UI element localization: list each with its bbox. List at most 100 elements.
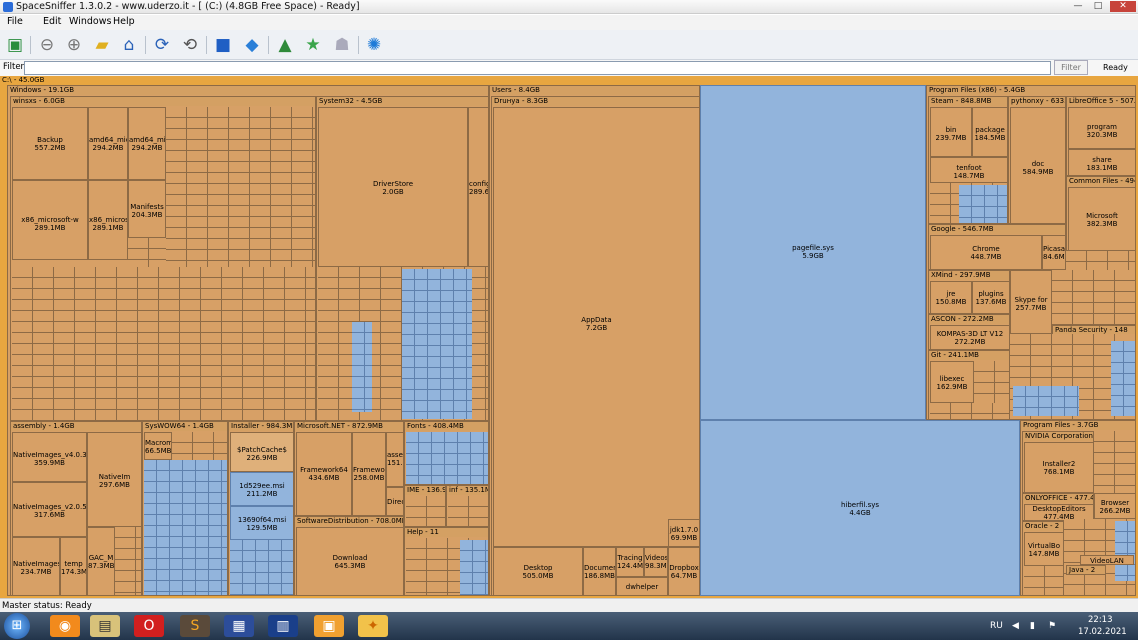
small-folders-grid[interactable] — [1052, 270, 1135, 325]
folder-jre[interactable]: jre 150.8MB — [930, 281, 972, 313]
folder-kompas[interactable]: KOMPAS-3D LT V12 272.2MB — [930, 325, 1009, 349]
home-icon[interactable]: ⌂ — [117, 33, 141, 57]
small-folders-grid[interactable] — [1024, 566, 1063, 595]
folder-ime[interactable]: IME - 136.9M — [404, 485, 446, 527]
folder-dwhelper[interactable]: dwhelper — [616, 577, 668, 595]
small-files-grid[interactable] — [1115, 521, 1135, 581]
folder-framework64[interactable]: Framework64 434.6MB — [296, 432, 352, 515]
file-1d529ee-msi[interactable]: 1d529ee.msi 211.2MB — [230, 472, 293, 506]
folder-videos[interactable]: Videos 98.3MB — [644, 547, 668, 577]
folder-program[interactable]: program 320.3MB — [1068, 107, 1135, 149]
refresh-icon[interactable]: ⟳ — [150, 33, 174, 57]
folder-temp[interactable]: temp 174.3MB — [60, 537, 87, 595]
folder-virtualbox[interactable]: VirtualBo 147.8MB — [1024, 532, 1063, 566]
small-folders-grid[interactable] — [406, 496, 445, 526]
folder-nativeim[interactable]: NativeIm 297.6MB — [87, 432, 141, 527]
small-folders-grid[interactable] — [12, 267, 315, 420]
settings-icon[interactable]: ✺ — [362, 33, 386, 57]
folder-dropbox[interactable]: Dropbox 64.7MB — [668, 547, 699, 595]
close-button[interactable]: ✕ — [1110, 1, 1136, 12]
folder-ascon[interactable]: ASCON - 272.2MB KOMPAS-3D LT V12 272.2MB — [928, 314, 1010, 350]
folder-plugins[interactable]: plugins 137.6MB — [972, 281, 1009, 313]
small-folders-grid[interactable] — [115, 527, 141, 595]
small-folders-grid[interactable] — [448, 496, 488, 526]
file-13690f64-msi[interactable]: 13690f64.msi 129.5MB — [230, 506, 293, 540]
folder-driverstore[interactable]: DriverStore 2.0GB — [318, 107, 468, 267]
folder-amd64-b[interactable]: amd64_micro 294.2MB — [128, 107, 166, 180]
folder-picasa[interactable]: Picasa3 84.6MB — [1042, 235, 1065, 269]
folder-microsoft-common[interactable]: Microsoft 382.3MB — [1068, 187, 1135, 250]
folder-package[interactable]: package 184.5MB — [972, 107, 1007, 157]
folder-program-files-x86[interactable]: Program Files (x86) - 5.4GB Steam - 848.… — [926, 85, 1136, 420]
sublime-icon[interactable]: S — [180, 615, 210, 637]
folder-skype[interactable]: Skype for 257.7MB — [1010, 270, 1052, 334]
folder-tracing[interactable]: Tracing 124.4MB — [616, 547, 644, 577]
folder-users[interactable]: Users - 8.4GB Druнya - 8.3GB AppData 7.2… — [489, 85, 700, 596]
folder-pythonxy[interactable]: pythonxy - 633.4M doc 584.9MB — [1008, 96, 1066, 224]
menu-edit[interactable]: Edit — [43, 16, 61, 27]
cube-icon[interactable]: ■ — [211, 33, 235, 57]
folder-java[interactable]: Java - 2 — [1066, 565, 1106, 575]
folder-common-files[interactable]: Common Files - 494.4 Microsoft 382.3MB — [1066, 176, 1135, 251]
ghost-icon[interactable]: ☗ — [330, 33, 354, 57]
folder-chrome[interactable]: Chrome 448.7MB — [930, 235, 1042, 269]
volume-icon[interactable]: ◀ — [1012, 621, 1019, 631]
folder-x86-b[interactable]: x86_microsoft-w 289.1MB — [88, 180, 128, 260]
small-files-grid[interactable] — [1111, 341, 1135, 416]
folder-windows[interactable]: Windows - 19.1GB winsxs - 6.0GB Backup 5… — [7, 85, 489, 596]
menu-windows[interactable]: Windows — [69, 16, 111, 27]
menu-help[interactable]: Help — [113, 16, 135, 27]
small-files-grid[interactable] — [959, 185, 1007, 223]
star-icon[interactable]: ★ — [301, 33, 325, 57]
folder-nativeimages[interactable]: NativeImages 234.7MB — [12, 537, 60, 595]
folder-config[interactable]: config 289.6MB — [468, 107, 488, 267]
small-folders-grid[interactable] — [974, 361, 1009, 403]
folder-share[interactable]: share 183.1MB — [1068, 149, 1135, 175]
folder-browser[interactable]: Browser 266.2MB — [1094, 493, 1135, 519]
folder-winsxs[interactable]: winsxs - 6.0GB Backup 557.2MB amd64_micr… — [10, 96, 316, 421]
small-files-grid[interactable] — [406, 432, 488, 484]
refresh-all-icon[interactable]: ⟲ — [178, 33, 202, 57]
small-folders-grid[interactable] — [166, 107, 315, 267]
folder-assembly-net[interactable]: assem 151.0M — [386, 432, 403, 487]
flag-icon[interactable]: ⚑ — [1048, 621, 1056, 631]
folder-installer2[interactable]: Installer2 768.1MB — [1024, 442, 1093, 492]
file-pagefile-sys[interactable]: pagefile.sys 5.9GB — [700, 85, 926, 420]
folder-direct[interactable]: Direct — [386, 487, 403, 515]
small-files-grid[interactable] — [402, 269, 472, 419]
treemap[interactable]: C:\ - 45.0GB Windows - 19.1GB winsxs - 6… — [0, 76, 1138, 598]
clock-time[interactable]: 22:13 — [1088, 615, 1113, 625]
folder-jdk[interactable]: jdk1.7.0 69.9MB — [668, 519, 699, 547]
folder-nvidia[interactable]: NVIDIA Corporation - 99 Installer2 768.1… — [1022, 431, 1094, 493]
forward-icon[interactable]: ⊕ — [62, 33, 86, 57]
language-indicator[interactable]: RU — [990, 621, 1003, 631]
open-folder-icon[interactable]: ▰ — [90, 33, 114, 57]
folder-amd64-a[interactable]: amd64_micro 294.2MB — [88, 107, 128, 180]
folder-oracle[interactable]: Oracle - 2 VirtualBo 147.8MB — [1022, 521, 1064, 595]
filter-input[interactable] — [24, 61, 1051, 75]
folder-macrom[interactable]: Macrom 66.5MB — [144, 432, 172, 460]
filter-button[interactable]: Filter — [1054, 60, 1088, 75]
folder-videolan[interactable]: VideoLAN — [1080, 555, 1134, 565]
totalcmd-icon[interactable]: ▥ — [268, 615, 298, 637]
taskmanager-icon[interactable]: ▦ — [224, 615, 254, 637]
folder-microsoft-net[interactable]: Microsoft.NET - 872.9MB Framework64 434.… — [294, 421, 404, 516]
pdf-icon[interactable]: ▣ — [314, 615, 344, 637]
small-folders-grid[interactable] — [930, 403, 1009, 419]
small-folders-grid[interactable] — [128, 238, 166, 267]
folder-help[interactable]: Help - 11 — [404, 527, 488, 595]
folder-softwaredistribution[interactable]: SoftwareDistribution - 708.0MB Download … — [294, 516, 404, 595]
folder-appdata[interactable]: AppData 7.2GB — [493, 107, 699, 547]
folder-druyna[interactable]: Druнya - 8.3GB AppData 7.2GB Desktop 505… — [491, 96, 699, 595]
folder-steam[interactable]: Steam - 848.8MB bin 239.7MB package 184.… — [928, 96, 1008, 224]
folder-download[interactable]: Download 645.3MB — [296, 527, 403, 595]
folder-gac[interactable]: GAC_M 87.3MB — [87, 527, 115, 595]
folder-tenfoot[interactable]: tenfoot 148.7MB — [930, 157, 1007, 183]
network-icon[interactable]: ▮ — [1030, 621, 1035, 631]
folder-fonts[interactable]: Fonts - 408.4MB — [404, 421, 488, 485]
minimize-button[interactable]: — — [1068, 1, 1088, 12]
folder-nativeimages-v4[interactable]: NativeImages_v4.0.303 359.9MB — [12, 432, 87, 482]
explorer-icon[interactable]: ▤ — [90, 615, 120, 637]
small-files-grid[interactable] — [144, 460, 227, 595]
clock-date[interactable]: 17.02.2021 — [1078, 627, 1127, 637]
